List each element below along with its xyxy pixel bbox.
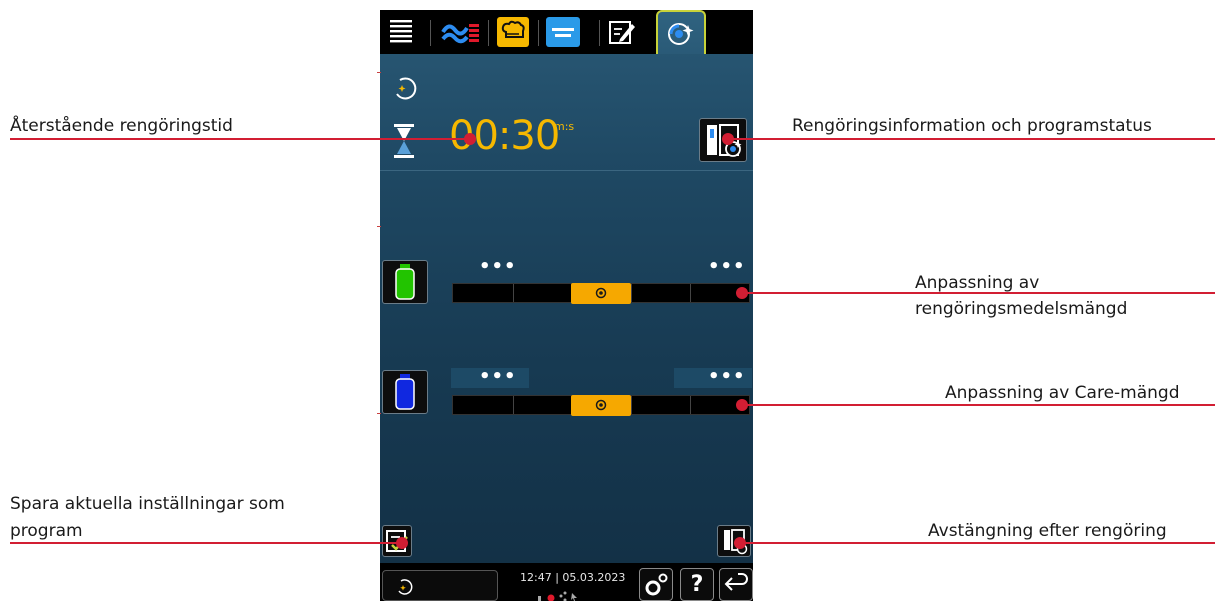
cleaning-status-button[interactable] [382,570,498,601]
programs-icon[interactable] [546,17,580,47]
hourglass-icon [394,124,414,158]
care-decrease-dots[interactable]: ••• [479,366,517,387]
care-increase-dots[interactable]: ••• [708,366,746,387]
cleaning-handle-icon [595,399,607,411]
callout-dot-shutdown [734,537,746,549]
help-button[interactable]: ? [680,568,714,601]
edge-tick [377,226,381,227]
callout-dot-detergent [736,287,748,299]
callout-line-shutdown [740,542,1215,544]
callout-line-detergent [742,292,1215,294]
tab-bar [380,10,753,54]
callout-line-care [742,404,1215,406]
callout-line-remaining-time [10,138,470,140]
callout-line-cleaning-info [728,138,1215,140]
callout-dot-remaining-time [464,133,476,145]
cleaning-status-icon [392,76,418,102]
detergent-slider-handle[interactable] [571,283,631,304]
device-screen: 00:30 m:s ••• ••• ••• ••• 12:47 | 05.03.… [380,10,753,601]
edit-program-icon[interactable] [608,18,636,46]
menu-icon[interactable] [390,19,412,47]
callout-care-amount: Anpassning av Care-mängd [945,383,1180,403]
tab-cleaning[interactable] [656,10,706,54]
detergent-increase-dots[interactable]: ••• [708,256,746,277]
settings-button[interactable] [639,568,673,601]
clock-date: 12:47 | 05.03.2023 [520,571,625,584]
callout-save-line2: program [10,521,83,541]
detergent-amount-slider[interactable] [452,283,750,304]
cleaning-icon [668,23,694,45]
section-divider [380,170,753,171]
chef-hat-icon[interactable] [497,17,529,47]
care-slider-handle[interactable] [571,395,631,416]
callout-dot-care [736,399,748,411]
edge-tick [377,72,381,73]
callout-dot-cleaning-info [722,133,734,145]
settings-icon [645,573,668,596]
callout-detergent-line2: rengöringsmedelsmängd [915,299,1128,319]
cleaning-status-small-icon [398,579,413,595]
back-icon [724,573,748,591]
callout-line-save [10,542,402,544]
clock-time: 12:47 [520,571,552,584]
cooking-paths-icon[interactable] [440,18,482,46]
care-bottle-icon [395,374,415,410]
callout-dot-save [396,537,408,549]
callout-remaining-time: Återstående rengöringstid [10,116,233,136]
care-amount-slider[interactable] [452,395,750,416]
edge-tick [377,413,381,414]
cleaning-handle-icon [595,287,607,299]
back-button[interactable] [719,568,753,601]
callout-save-line1: Spara aktuella inställningar som [10,494,285,514]
status-indicator-icons [532,588,582,601]
detergent-button[interactable] [382,260,428,304]
remaining-time-unit: m:s [554,120,575,133]
care-button[interactable] [382,370,428,414]
callout-cleaning-info: Rengöringsinformation och programstatus [792,116,1152,136]
clock-date-value: 05.03.2023 [562,571,626,584]
detergent-bottle-icon [395,264,415,300]
callout-shutdown: Avstängning efter rengöring [928,521,1167,541]
detergent-decrease-dots[interactable]: ••• [479,256,517,277]
